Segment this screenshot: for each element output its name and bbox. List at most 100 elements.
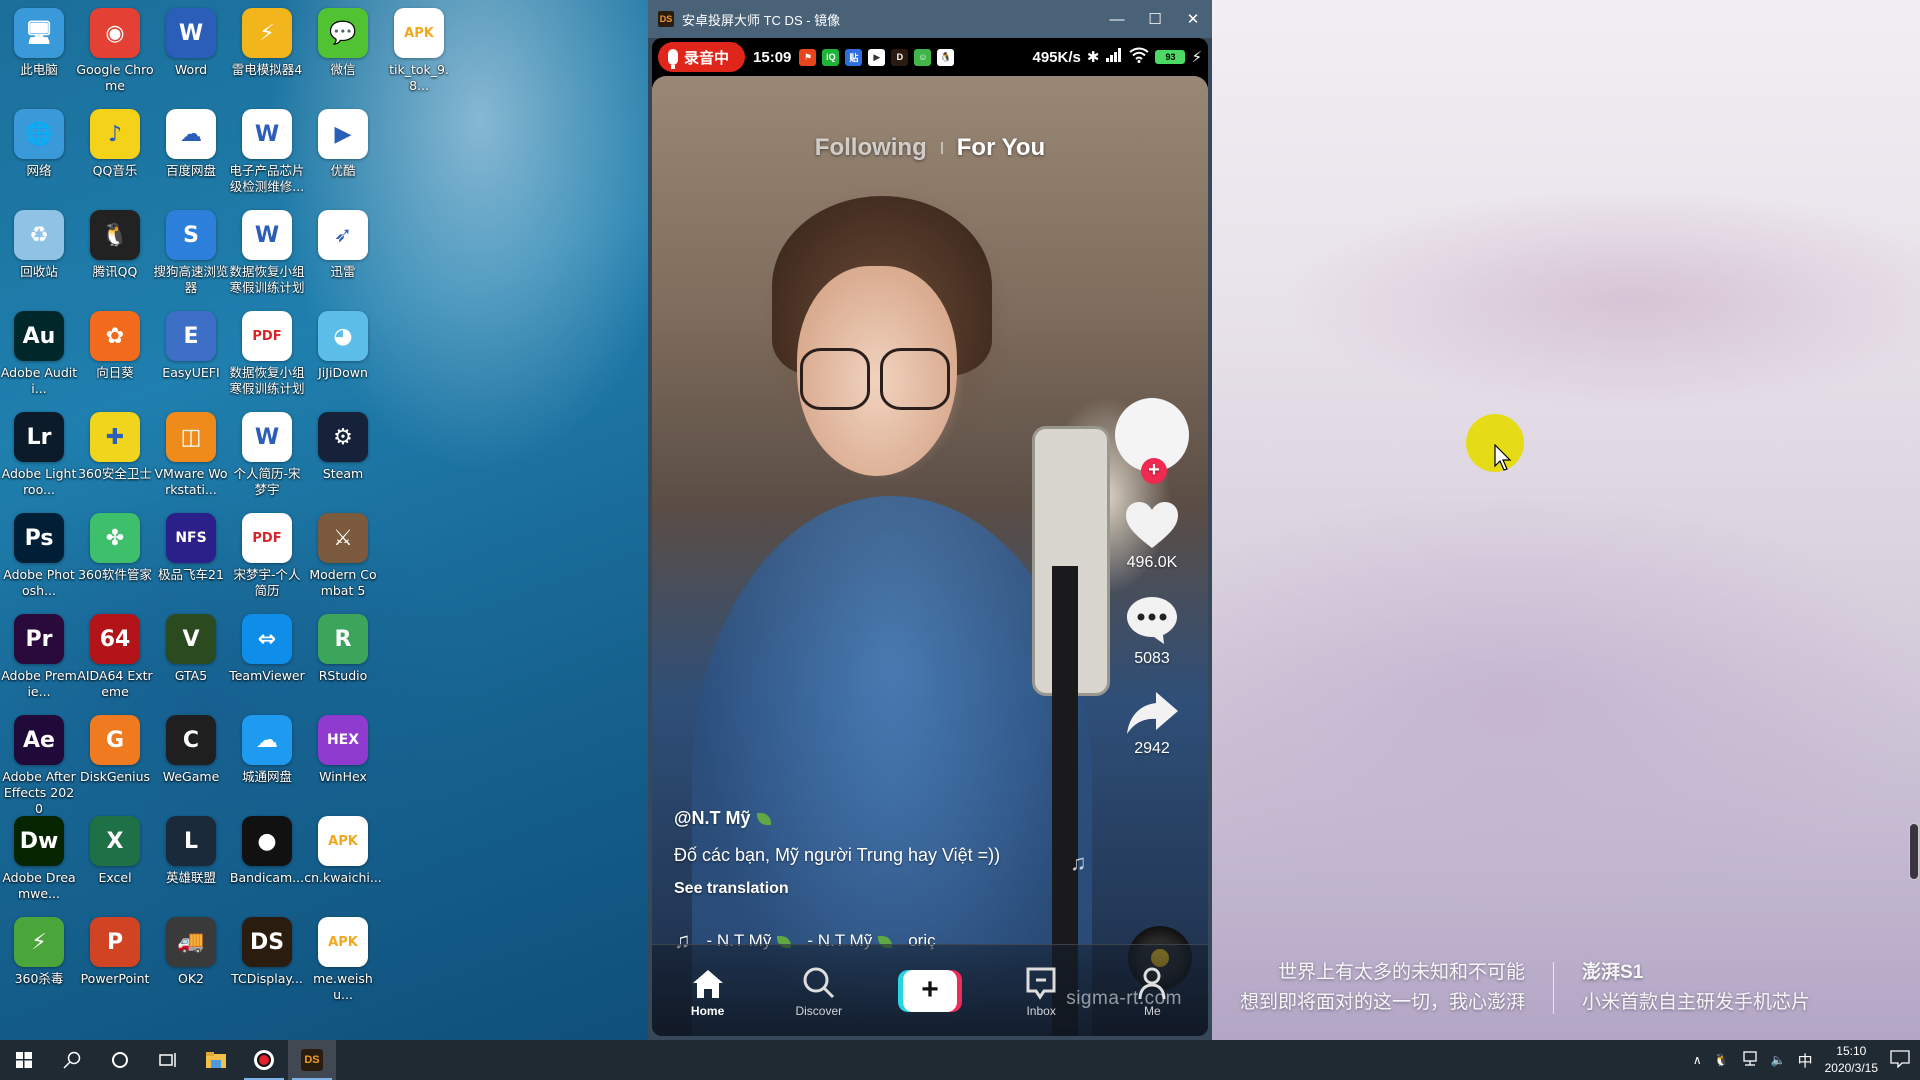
desktop-icon[interactable]: ⚔ Modern Combat 5 [304,509,382,599]
creator-username[interactable]: @N.T Mỹ [674,808,1114,829]
desktop-icon-label: RStudio [318,668,368,683]
desktop-icon[interactable]: G DiskGenius [76,711,154,785]
recording-indicator[interactable]: 录音中 [658,42,746,72]
desktop-icon[interactable]: ♻ 回收站 [0,206,78,280]
desktop-icon[interactable]: ⇔ TeamViewer [228,610,306,684]
desktop-icon-label: Word [174,62,208,77]
signal-icon [1105,47,1123,67]
ad-tagline: 小米首款自主研发手机芯片 [1582,992,1811,1013]
desktop-icon[interactable]: ◉ Google Chrome [76,4,154,94]
tab-following[interactable]: Following [815,134,927,162]
creator-avatar[interactable]: + [1115,398,1189,484]
desktop-icon[interactable]: APK tik_tok_9.8... [380,4,458,94]
maximize-button[interactable]: ☐ [1136,0,1174,38]
cortana-button[interactable] [96,1040,144,1080]
side-volume-handle[interactable] [1909,823,1919,880]
desktop-icon[interactable]: ♪ QQ音乐 [76,105,154,179]
desktop-icon[interactable]: ✿ 向日葵 [76,307,154,381]
desktop-icon[interactable]: ⚙ Steam [304,408,382,482]
desktop-icon[interactable]: Pr Adobe Premie... [0,610,78,700]
desktop-icon[interactable]: ⚡ 雷电模拟器4 [228,4,306,78]
app-icon: ⚔ [318,513,368,563]
desktop-icon[interactable]: E EasyUEFI [152,307,230,381]
file-explorer-button[interactable] [192,1040,240,1080]
desktop-icon[interactable]: APK cn.kwaichi... [304,812,382,886]
desktop-icon[interactable]: ☁ 百度网盘 [152,105,230,179]
video-player[interactable]: Following For You + 496.0K 5083 2942 @N.… [652,76,1208,1036]
volume-icon[interactable]: 🔈 [1771,1053,1786,1067]
desktop-icon[interactable]: ⚡ 360杀毒 [0,913,78,987]
qq-tray-icon[interactable]: 🐧 [1714,1053,1729,1067]
create-video-button[interactable]: + [897,969,962,1012]
desktop-icon[interactable]: ● Bandicam... [228,812,306,886]
show-hidden-icons-chevron-icon[interactable]: ∧ [1693,1053,1702,1067]
desktop-icon[interactable]: P PowerPoint [76,913,154,987]
desktop-icon[interactable]: 64 AIDA64 Extreme [76,610,154,700]
desktop-icon[interactable]: PDF 数据恢复小组寒假训练计划 [228,307,306,397]
nav-discover[interactable]: Discover [779,964,859,1018]
see-translation-link[interactable]: See translation [674,880,1114,898]
desktop-icon[interactable]: R RStudio [304,610,382,684]
desktop-icon[interactable]: 💬 微信 [304,4,382,78]
desktop-icon[interactable]: ➶ 迅雷 [304,206,382,280]
desktop-icon-label: 360杀毒 [14,971,64,986]
search-button[interactable] [48,1040,96,1080]
desktop-icon[interactable]: ▶ 优酷 [304,105,382,179]
desktop-icon[interactable]: NFS 极品飞车21 [152,509,230,583]
desktop-icon[interactable]: S 搜狗高速浏览器 [152,206,230,296]
minimize-button[interactable]: — [1098,0,1136,38]
desktop-icon[interactable]: W Word [152,4,230,78]
desktop-icon[interactable]: Au Adobe Auditi... [0,307,78,397]
taskbar-clock[interactable]: 15:10 2020/3/15 [1825,1043,1878,1077]
task-view-icon [159,1053,176,1067]
username-text[interactable]: @N.T Mỹ [674,808,751,828]
comment-button[interactable]: 5083 [1124,594,1180,668]
ad-line-1: 世界上有太多的未知和不可能 [1278,962,1526,983]
share-button[interactable]: 2942 [1124,690,1180,758]
desktop-icon[interactable]: 🌐 网络 [0,105,78,179]
desktop-icon[interactable]: ◫ VMware Workstati... [152,408,230,498]
network-tray-icon[interactable] [1741,1050,1759,1070]
desktop-icon[interactable]: W 数据恢复小组寒假训练计划 [228,206,306,296]
desktop-icon[interactable]: Lr Adobe Lightroo... [0,408,78,498]
action-center-icon[interactable] [1890,1049,1910,1071]
desktop-icon[interactable]: APK me.weishu... [304,913,382,1003]
desktop-icon[interactable]: W 个人简历-宋梦宇 [228,408,306,498]
bottom-navigation: Home Discover + Inbox Me sigma-rt.com [652,944,1208,1036]
desktop-icon[interactable]: V GTA5 [152,610,230,684]
app-icon: ⚡ [14,917,64,967]
task-view-button[interactable] [144,1040,192,1080]
desktop-icon[interactable]: PDF 宋梦宇-个人简历 [228,509,306,599]
desktop-icon[interactable]: DS TCDisplay... [228,913,306,987]
desktop-icon[interactable]: ☁ 城通网盘 [228,711,306,785]
window-titlebar[interactable]: DS 安卓投屏大师 TC DS - 镜像 — ☐ ✕ [648,0,1212,38]
desktop-icon[interactable]: 🖥 此电脑 [0,4,78,78]
tcds-taskbar-button[interactable]: DS [288,1040,336,1080]
phone-screen[interactable]: 录音中 15:09 ⚑ iQ 贴 ▶ D ☺ 🐧 495K/s ✱ 93 ⚡ F… [652,38,1208,1036]
search-icon [63,1051,81,1069]
desktop-icon-label: 个人简历-宋梦宇 [233,466,301,497]
desktop-icon[interactable]: ✚ 360安全卫士 [76,408,154,482]
start-button[interactable] [0,1040,48,1080]
desktop-icon[interactable]: Ae Adobe After Effects 2020 [0,711,78,817]
desktop-icon[interactable]: C WeGame [152,711,230,785]
desktop-icon[interactable]: 🐧 腾讯QQ [76,206,154,280]
follow-plus-icon[interactable]: + [1141,458,1167,484]
desktop-icon[interactable]: Dw Adobe Dreamwe... [0,812,78,902]
desktop-icon[interactable]: X Excel [76,812,154,886]
close-button[interactable]: ✕ [1174,0,1212,38]
tab-for-you[interactable]: For You [957,134,1045,162]
desktop-icon[interactable]: 🚚 OK2 [152,913,230,987]
like-button[interactable]: 496.0K [1124,500,1180,572]
bandicam-taskbar-button[interactable] [240,1040,288,1080]
desktop-icon[interactable]: ✤ 360软件管家 [76,509,154,583]
desktop-icon-label: 360软件管家 [78,567,152,582]
desktop-icon[interactable]: ◕ JiJiDown [304,307,382,381]
desktop-icon[interactable]: HEX WinHex [304,711,382,785]
desktop-icon[interactable]: L 英雄联盟 [152,812,230,886]
desktop-icon[interactable]: W 电子产品芯片级检测维修... [228,105,306,195]
ime-indicator[interactable]: 中 [1798,1050,1813,1071]
nav-home[interactable]: Home [668,964,748,1018]
nav-create[interactable]: + [890,969,970,1012]
desktop-icon[interactable]: Ps Adobe Photosh... [0,509,78,599]
